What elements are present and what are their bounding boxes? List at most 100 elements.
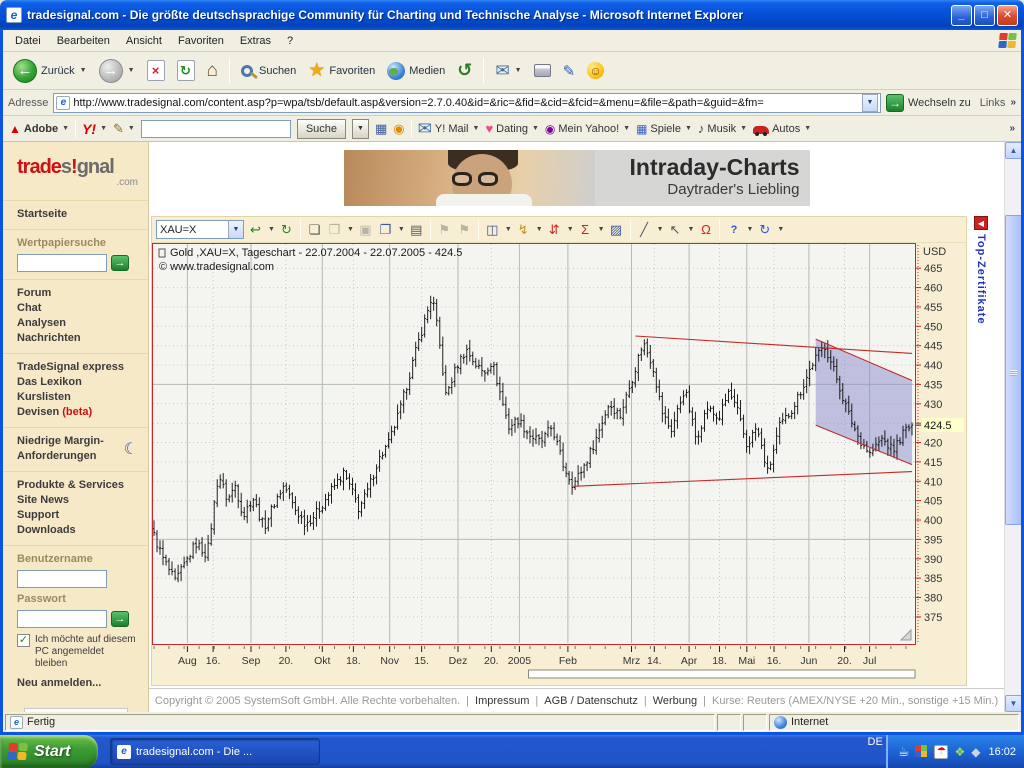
- stop-button[interactable]: ×: [143, 58, 169, 83]
- messenger-button[interactable]: ☺: [583, 60, 608, 81]
- yahoo-more-chevron[interactable]: »: [1009, 123, 1015, 134]
- chevron-down-icon[interactable]: ▼: [746, 226, 753, 233]
- chevron-down-icon[interactable]: ▼: [657, 226, 664, 233]
- tradesignal-logo[interactable]: trades!gnal .com: [3, 146, 148, 201]
- scroll-up-button[interactable]: ▲: [1005, 142, 1021, 159]
- links-chevron-icon[interactable]: »: [1010, 97, 1016, 108]
- chart-reload-button[interactable]: ↻: [278, 220, 295, 239]
- password-field[interactable]: [17, 610, 107, 628]
- sidebar-item-chat[interactable]: Chat: [17, 301, 138, 316]
- new-chart-button[interactable]: ❏: [306, 220, 323, 239]
- sidebar-item-neu-anmelden[interactable]: Neu anmelden...: [17, 676, 138, 691]
- minimize-button[interactable]: _: [951, 5, 972, 26]
- adobe-menu[interactable]: ▲ Adobe ▼: [9, 122, 69, 136]
- wertpapiersuche-go-button[interactable]: →: [111, 255, 129, 271]
- layout-icon[interactable]: ▦: [375, 121, 387, 137]
- chevron-down-icon[interactable]: ▼: [505, 226, 512, 233]
- chevron-down-icon[interactable]: ▼: [347, 226, 354, 233]
- yahoo-mein-menu[interactable]: ◉ Mein Yahoo! ▼: [545, 122, 630, 136]
- copy-chart-button[interactable]: ❐: [377, 220, 394, 239]
- print-chart-button[interactable]: ▤: [408, 220, 425, 239]
- ad-banner[interactable]: Intraday-Charts Daytrader's Liebling: [344, 150, 810, 206]
- sidebar-item-site-news[interactable]: Site News: [17, 493, 138, 508]
- yahoo-spiele-menu[interactable]: ▦ Spiele ▼: [636, 122, 692, 136]
- back-button[interactable]: ← Zurück ▼: [9, 57, 91, 85]
- sidebar-item-nachrichten[interactable]: Nachrichten: [17, 331, 138, 346]
- footer-link-werbung[interactable]: Werbung: [653, 695, 697, 707]
- history-button[interactable]: ↺: [453, 58, 476, 83]
- edit-button[interactable]: ✎: [559, 60, 580, 82]
- sidebar-item-downloads[interactable]: Downloads: [17, 523, 138, 538]
- formula-button[interactable]: Σ: [577, 220, 594, 239]
- search-button[interactable]: Suchen: [237, 63, 300, 79]
- start-button[interactable]: Start: [0, 735, 98, 768]
- sidebar-item-kurslisten[interactable]: Kurslisten: [17, 390, 138, 405]
- yahoo-mail-menu[interactable]: ✉ Y! Mail ▼: [418, 119, 480, 139]
- antispy-icon[interactable]: ◉: [393, 121, 404, 137]
- yahoo-logo-menu[interactable]: Y! ▼: [82, 121, 107, 137]
- properties-button[interactable]: ▨: [608, 220, 625, 239]
- open-chart-button[interactable]: ❒: [326, 220, 343, 239]
- menu-bearbeiten[interactable]: Bearbeiten: [49, 32, 118, 50]
- address-dropdown-icon[interactable]: ▼: [862, 94, 878, 112]
- menu-favoriten[interactable]: Favoriten: [170, 32, 232, 50]
- links-label[interactable]: Links: [980, 97, 1006, 109]
- tray-icon-green[interactable]: ❖: [954, 745, 965, 759]
- home-button[interactable]: ⌂: [203, 60, 222, 82]
- scroll-down-button[interactable]: ▼: [1005, 695, 1021, 712]
- sidebar-item-forum[interactable]: Forum: [17, 286, 138, 301]
- close-button[interactable]: ✕: [997, 5, 1018, 26]
- print-button[interactable]: [530, 62, 555, 79]
- footer-link-impressum[interactable]: Impressum: [475, 695, 529, 707]
- menu-hilfe[interactable]: ?: [279, 32, 301, 50]
- flag-forward-button[interactable]: ⚑: [456, 220, 473, 239]
- chart-apply-button[interactable]: ↩: [247, 220, 264, 239]
- java-tray-icon[interactable]: ☕: [898, 745, 910, 758]
- media-button[interactable]: Medien: [383, 60, 449, 82]
- wertpapiersuche-input[interactable]: [17, 254, 107, 272]
- mail-dropdown-icon[interactable]: ▼: [515, 67, 522, 74]
- chevron-down-icon[interactable]: ▼: [398, 226, 405, 233]
- chevron-down-icon[interactable]: ▼: [688, 226, 695, 233]
- maximize-button[interactable]: □: [974, 5, 995, 26]
- top-zertifikate-label[interactable]: Top-Zertifikate: [975, 234, 987, 325]
- indicator-button[interactable]: ↯: [515, 220, 532, 239]
- yahoo-search-input[interactable]: [141, 120, 291, 138]
- menu-extras[interactable]: Extras: [232, 32, 279, 50]
- language-indicator[interactable]: DE: [865, 735, 886, 768]
- sidebar-item-das-lexikon[interactable]: Das Lexikon: [17, 375, 138, 390]
- chevron-down-icon[interactable]: ▼: [567, 226, 574, 233]
- chevron-down-icon[interactable]: ▼: [228, 221, 243, 238]
- yahoo-dating-menu[interactable]: ♥ Dating ▼: [485, 121, 538, 136]
- chevron-down-icon[interactable]: ▼: [536, 226, 543, 233]
- mail-button[interactable]: ✉ ▼: [491, 59, 525, 83]
- back-dropdown-icon[interactable]: ▼: [80, 67, 87, 74]
- draw-line-button[interactable]: ╱: [636, 220, 653, 239]
- go-button[interactable]: → Wechseln zu: [886, 94, 971, 112]
- footer-link-agb[interactable]: AGB / Datenschutz: [544, 695, 638, 707]
- auto-refresh-button[interactable]: ↻: [756, 220, 773, 239]
- forward-button[interactable]: → ▼: [95, 57, 139, 85]
- price-chart[interactable]: USD4654604554504454404354304254204154104…: [152, 243, 966, 682]
- sidebar-item-margin[interactable]: Niedrige Margin- Anforderungen ☾: [3, 428, 148, 472]
- sidebar-item-tradesignal-express[interactable]: TradeSignal express: [17, 360, 138, 375]
- yahoo-search-button[interactable]: Suche: [297, 119, 346, 139]
- chart-type-button[interactable]: ◫: [484, 220, 501, 239]
- login-go-button[interactable]: →: [111, 611, 129, 627]
- magnet-button[interactable]: Ω: [697, 220, 714, 239]
- sidebar-item-devisen[interactable]: Devisen (beta): [17, 405, 138, 420]
- sidebar-item-startseite[interactable]: Startseite: [17, 207, 138, 222]
- yahoo-search-dropdown[interactable]: ▼: [352, 119, 369, 139]
- refresh-button[interactable]: ↻: [173, 58, 199, 83]
- yahoo-autos-menu[interactable]: Autos ▼: [753, 123, 811, 135]
- sidebar-item-support[interactable]: Support: [17, 508, 138, 523]
- chevron-down-icon[interactable]: ▼: [777, 226, 784, 233]
- remember-checkbox[interactable]: ✓: [17, 634, 30, 647]
- symbol-combo[interactable]: XAU=X ▼: [156, 220, 244, 239]
- yahoo-musik-menu[interactable]: ♪ Musik ▼: [698, 121, 747, 136]
- chevron-down-icon[interactable]: ▼: [598, 226, 605, 233]
- cursor-button[interactable]: ↖: [667, 220, 684, 239]
- vertical-scrollbar[interactable]: ▲ ▼: [1004, 142, 1021, 712]
- tray-icon-shield[interactable]: ◆: [971, 745, 980, 759]
- menu-datei[interactable]: Datei: [7, 32, 49, 50]
